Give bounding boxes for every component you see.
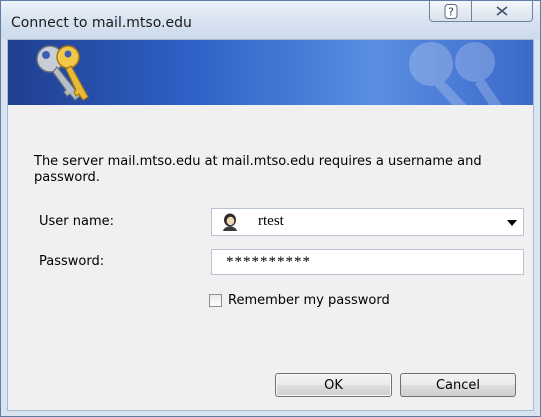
password-label: Password: (39, 254, 105, 269)
window-title: Connect to mail.mtso.edu (11, 15, 192, 31)
server-message: The server mail.mtso.edu at mail.mtso.ed… (34, 154, 482, 185)
password-field[interactable]: ********** (211, 249, 524, 275)
ok-button[interactable]: OK (275, 373, 392, 397)
user-icon (223, 213, 237, 231)
credential-dialog: Connect to mail.mtso.edu ? The server ma… (0, 0, 541, 417)
remember-password-option[interactable]: Remember my password (209, 291, 390, 309)
dialog-banner (8, 40, 533, 105)
help-icon: ? (444, 3, 457, 19)
close-button[interactable] (471, 1, 533, 22)
dialog-body: The server mail.mtso.edu at mail.mtso.ed… (7, 39, 534, 411)
close-icon (496, 6, 508, 16)
keys-icon (36, 45, 89, 101)
title-bar[interactable]: Connect to mail.mtso.edu ? (1, 1, 540, 39)
password-value: ********** (226, 254, 311, 270)
svg-text:?: ? (448, 5, 454, 18)
remember-password-checkbox[interactable] (209, 293, 222, 307)
keys-watermark-icon (409, 42, 502, 105)
dropdown-arrow-icon[interactable] (505, 217, 519, 229)
username-label: User name: (39, 214, 115, 229)
help-button[interactable]: ? (429, 1, 472, 22)
username-combobox[interactable]: rtest (211, 208, 524, 236)
cancel-button[interactable]: Cancel (400, 373, 516, 397)
remember-password-label: Remember my password (228, 292, 390, 308)
username-value: rtest (258, 213, 284, 229)
